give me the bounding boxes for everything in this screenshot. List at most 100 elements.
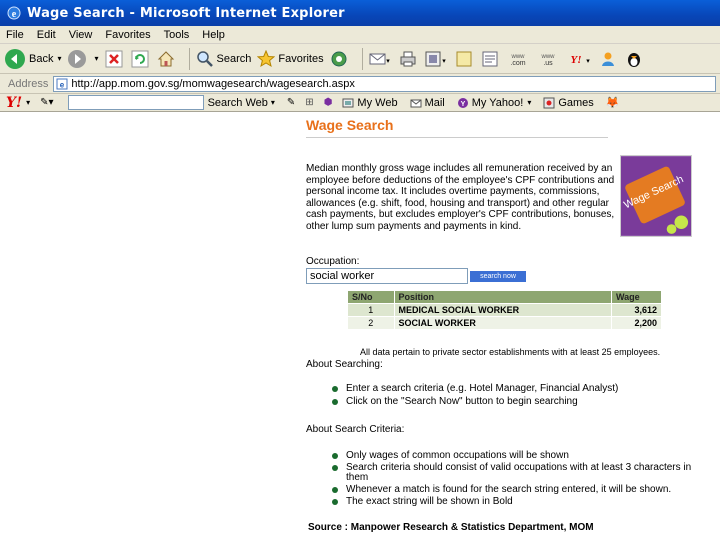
- menu-help[interactable]: Help: [202, 29, 225, 41]
- search-label: Search: [216, 52, 252, 65]
- toolbar-separator: [361, 47, 363, 70]
- menu-file[interactable]: File: [6, 29, 24, 41]
- list-item: Enter a search criteria (e.g. Hotel Mana…: [332, 384, 618, 394]
- messenger-icon[interactable]: [599, 50, 617, 68]
- svg-text:Y: Y: [460, 101, 465, 108]
- forward-dropdown-icon[interactable]: ▾: [94, 54, 98, 63]
- source-note: Source : Manpower Research & Statistics …: [308, 522, 594, 533]
- home-icon[interactable]: [157, 50, 175, 68]
- forward-button[interactable]: ▾: [67, 49, 99, 69]
- yahoo-logo-dropdown-icon[interactable]: ▾: [26, 98, 30, 107]
- mail-envelope-icon: [410, 99, 422, 107]
- list-item: Click on the "Search Now" button to begi…: [332, 397, 578, 407]
- bullet-icon: [332, 386, 338, 392]
- favorites-button[interactable]: Favorites: [257, 49, 324, 68]
- address-url: http://app.mom.gov.sg/momwagesearch/wage…: [71, 77, 355, 90]
- internet-explorer-icon: e: [7, 6, 21, 20]
- back-button[interactable]: Back ▾: [4, 48, 61, 70]
- my-web-label: My Web: [357, 96, 398, 109]
- antispy-icon[interactable]: ⬢: [324, 97, 333, 108]
- games-button[interactable]: Games: [543, 96, 594, 109]
- table-row: 1 MEDICAL SOCIAL WORKER 3,612: [348, 302, 662, 316]
- games-icon: [543, 97, 555, 108]
- mail-label: Mail: [424, 96, 445, 109]
- search-button[interactable]: Search: [196, 50, 252, 68]
- address-bar: Address e http://app.mom.gov.sg/momwages…: [0, 74, 720, 94]
- svg-text:▾: ▾: [386, 58, 390, 65]
- svg-text:Y!: Y!: [570, 54, 581, 66]
- menu-tools[interactable]: Tools: [164, 29, 190, 41]
- discuss-icon[interactable]: [455, 50, 473, 68]
- svg-text:.com: .com: [510, 60, 525, 67]
- favorites-star-icon: [257, 49, 276, 67]
- occupation-input[interactable]: social worker: [306, 268, 468, 284]
- yahoo-y-icon[interactable]: Y! ▾: [567, 50, 591, 68]
- bullet-icon: [332, 453, 338, 459]
- toolbar-extra-icon[interactable]: 🦊: [606, 96, 620, 109]
- wage-search-logo: Wage Search: [620, 155, 692, 237]
- print-icon[interactable]: [399, 50, 417, 68]
- yahoo-logo[interactable]: Y!: [6, 95, 22, 111]
- cell-wage: 3,612: [611, 302, 662, 316]
- list-item-text: Search criteria should consist of valid …: [346, 462, 692, 483]
- list-item-text: Whenever a match is found for the search…: [346, 484, 672, 495]
- list-item-text: Click on the "Search Now" button to begi…: [346, 396, 578, 407]
- address-label: Address: [8, 77, 49, 90]
- mail-button[interactable]: Mail: [410, 97, 445, 109]
- list-item: Search criteria should consist of valid …: [332, 463, 692, 483]
- page-icon: e: [56, 78, 68, 89]
- toolbar-separator: [188, 47, 190, 70]
- column-header-sno: S/No: [348, 291, 395, 303]
- bullet-icon: [332, 399, 338, 405]
- search-web-label: Search Web: [207, 96, 268, 109]
- column-header-wage: Wage: [611, 291, 662, 303]
- back-dropdown-icon[interactable]: ▾: [57, 54, 61, 63]
- svg-text:.us: .us: [543, 60, 553, 67]
- search-web-button[interactable]: Search Web ▾: [208, 97, 275, 109]
- column-header-position: Position: [394, 291, 612, 303]
- data-note: All data pertain to private sector estab…: [360, 347, 661, 357]
- stop-icon[interactable]: [105, 50, 123, 68]
- qq-penguin-icon[interactable]: [625, 50, 643, 68]
- menu-view[interactable]: View: [69, 29, 93, 41]
- svg-text:▾: ▾: [442, 58, 446, 65]
- page-content: Wage Search Median monthly gross wage in…: [0, 112, 720, 540]
- cell-sno: 1: [348, 302, 395, 316]
- yahoo-toolbar: Y! ▾ ✎▾ Search Web ▾ ✎ ⊞ ⬢ My Web Mail Y…: [0, 94, 720, 112]
- dotus-icon[interactable]: www.us: [537, 50, 559, 68]
- address-field[interactable]: e http://app.mom.gov.sg/momwagesearch/wa…: [53, 75, 716, 92]
- media-icon[interactable]: [330, 50, 348, 68]
- popup-blocker-icon[interactable]: ⊞: [305, 97, 313, 108]
- my-web-button[interactable]: My Web: [342, 96, 398, 109]
- dotcom-icon[interactable]: www.com: [507, 50, 529, 68]
- table-header-row: S/No Position Wage: [348, 291, 662, 303]
- list-item-text: The exact string will be shown in Bold: [346, 496, 513, 507]
- highlight-pen-icon[interactable]: ✎: [287, 97, 295, 108]
- my-yahoo-icon: Y: [457, 97, 468, 108]
- title-divider: [306, 137, 608, 138]
- search-icon: [196, 50, 213, 67]
- games-label: Games: [558, 96, 594, 109]
- my-yahoo-dropdown-icon[interactable]: ▾: [527, 98, 531, 107]
- menu-favorites[interactable]: Favorites: [105, 29, 150, 41]
- svg-text:e: e: [12, 9, 17, 20]
- refresh-icon[interactable]: [131, 50, 149, 68]
- occupation-label: Occupation:: [306, 256, 360, 267]
- svg-text:e: e: [60, 80, 65, 89]
- bullet-icon: [332, 465, 338, 471]
- favorites-label: Favorites: [278, 52, 324, 65]
- edit-icon[interactable]: ▾: [425, 50, 447, 68]
- list-item: The exact string will be shown in Bold: [332, 497, 513, 507]
- search-web-dropdown-icon[interactable]: ▾: [271, 98, 275, 107]
- bullet-icon: [332, 499, 338, 505]
- window-title-bar: e Wage Search - Microsoft Internet Explo…: [0, 0, 720, 26]
- pencil-icon[interactable]: ✎▾: [40, 97, 53, 108]
- menu-edit[interactable]: Edit: [37, 29, 56, 41]
- mail-icon[interactable]: ▾: [369, 50, 391, 68]
- my-yahoo-button[interactable]: Y My Yahoo! ▾: [457, 97, 531, 109]
- search-now-button[interactable]: search now: [470, 271, 526, 282]
- menu-bar: File Edit View Favorites Tools Help: [0, 26, 720, 44]
- research-icon[interactable]: [481, 50, 499, 68]
- yahoo-search-input[interactable]: [67, 95, 204, 110]
- cell-sno: 2: [348, 315, 395, 329]
